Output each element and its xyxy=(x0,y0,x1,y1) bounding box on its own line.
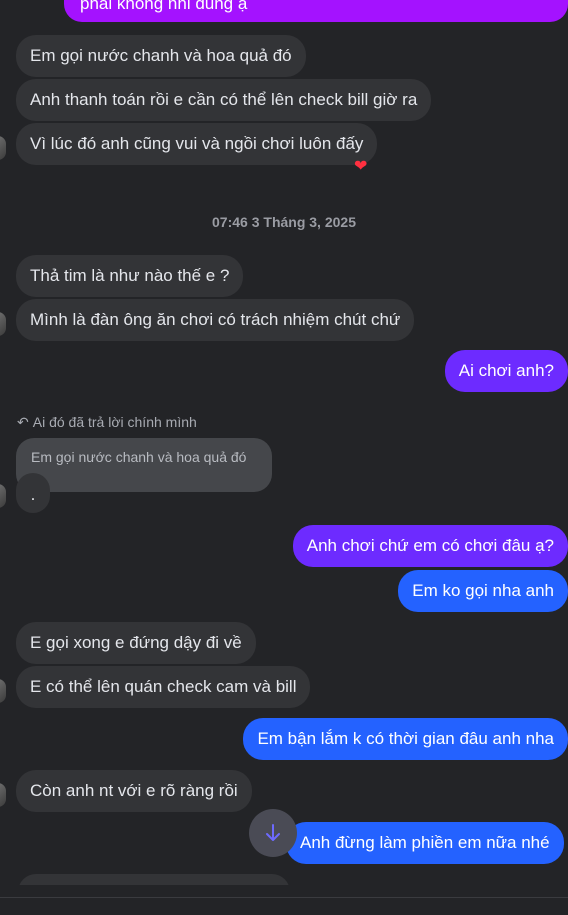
reply-indicator: ↶ Ai đó đã trả lời chính mình xyxy=(17,414,197,431)
avatar[interactable] xyxy=(0,312,6,336)
divider xyxy=(0,897,568,898)
arrow-down-icon xyxy=(266,824,280,841)
message-bubble-incoming-partial[interactable] xyxy=(18,874,290,885)
avatar[interactable] xyxy=(0,783,6,807)
message-bubble-incoming[interactable]: E có thể lên quán check cam và bill xyxy=(16,666,311,708)
message-bubble-incoming[interactable]: . xyxy=(16,473,50,513)
message-bubble-incoming[interactable]: Mình là đàn ông ăn chơi có trách nhiệm c… xyxy=(16,299,415,341)
message-bubble-outgoing[interactable]: Anh chơi chứ em có chơi đâu ạ? xyxy=(292,525,568,567)
message-bubble-incoming[interactable]: Còn anh nt với e rõ ràng rồi xyxy=(16,770,252,812)
message-bubble-outgoing[interactable]: Em bận lắm k có thời gian đâu anh nha xyxy=(243,718,568,760)
message-bubble-incoming[interactable]: Vì lúc đó anh cũng vui và ngồi chơi luôn… xyxy=(16,123,378,165)
avatar[interactable] xyxy=(0,679,6,703)
chat-thread: phải không nhỉ đúng ạ Em gọi nước chanh … xyxy=(0,0,568,885)
avatar[interactable] xyxy=(0,484,6,508)
message-text: phải không nhỉ đúng ạ xyxy=(80,0,248,13)
message-bubble-incoming[interactable]: Anh thanh toán rồi e cần có thể lên chec… xyxy=(16,79,432,121)
reply-arrow-icon: ↶ xyxy=(17,414,29,430)
quoted-message[interactable]: Em gọi nước chanh và hoa quả đó xyxy=(16,438,272,492)
timestamp: 07:46 3 Tháng 3, 2025 xyxy=(212,214,356,230)
message-bubble-incoming[interactable]: E gọi xong e đứng dậy đi về xyxy=(16,622,256,664)
message-bubble-outgoing[interactable]: Anh đừng làm phiền em nữa nhé xyxy=(286,822,564,864)
heart-reaction-icon[interactable]: ❤ xyxy=(354,156,367,176)
scroll-to-bottom-button[interactable] xyxy=(249,809,297,857)
message-bubble-outgoing-partial[interactable]: phải không nhỉ đúng ạ xyxy=(64,0,568,22)
message-bubble-outgoing[interactable]: Ai chơi anh? xyxy=(444,350,568,392)
message-bubble-incoming[interactable]: Em gọi nước chanh và hoa quả đó xyxy=(16,35,306,77)
message-bubble-outgoing[interactable]: Em ko gọi nha anh xyxy=(398,570,568,612)
avatar[interactable] xyxy=(0,136,6,160)
reply-note-text: Ai đó đã trả lời chính mình xyxy=(32,414,197,430)
message-bubble-incoming[interactable]: Thả tim là như nào thế e ? xyxy=(16,255,244,297)
